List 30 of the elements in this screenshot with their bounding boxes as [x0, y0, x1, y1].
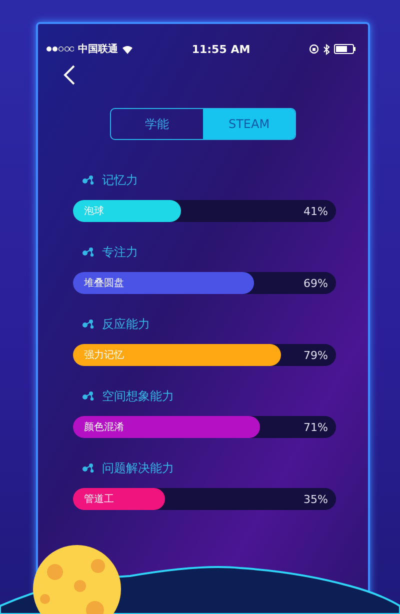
percent-value: 71%: [304, 420, 328, 434]
ability-title: 问题解决能力: [102, 460, 174, 476]
nodes-icon: [82, 175, 96, 185]
nodes-icon: [82, 319, 96, 329]
game-name: 颜色混淆: [84, 420, 124, 434]
tab[interactable]: STEAM: [203, 109, 295, 139]
status-time: 11:55 AM: [192, 42, 250, 56]
nodes-icon: [82, 247, 96, 257]
nodes-icon: [82, 391, 96, 401]
ability-title: 记忆力: [102, 172, 138, 188]
game-name: 强力记忆: [84, 348, 124, 362]
ability-title: 反应能力: [102, 316, 150, 332]
percent-value: 79%: [304, 348, 328, 362]
percent-value: 69%: [304, 276, 328, 290]
bluetooth-icon: [323, 44, 330, 54]
wifi-icon: [122, 44, 133, 54]
game-name: 管道工: [84, 493, 114, 506]
ability-title: 专注力: [102, 244, 138, 260]
nodes-icon: [82, 463, 96, 473]
rotation-lock-icon: [309, 44, 319, 54]
battery-icon: [334, 44, 356, 54]
tab[interactable]: 学能: [111, 109, 203, 139]
carrier-name: 中国联通: [78, 42, 118, 56]
game-name: 泡球: [84, 204, 104, 218]
ability-title: 空间想象能力: [102, 388, 174, 404]
percent-value: 41%: [304, 204, 328, 218]
game-name: 堆叠圆盘: [84, 277, 124, 290]
back-icon[interactable]: [62, 64, 76, 86]
percent-value: 35%: [304, 492, 328, 506]
signal-icon: [46, 46, 74, 52]
